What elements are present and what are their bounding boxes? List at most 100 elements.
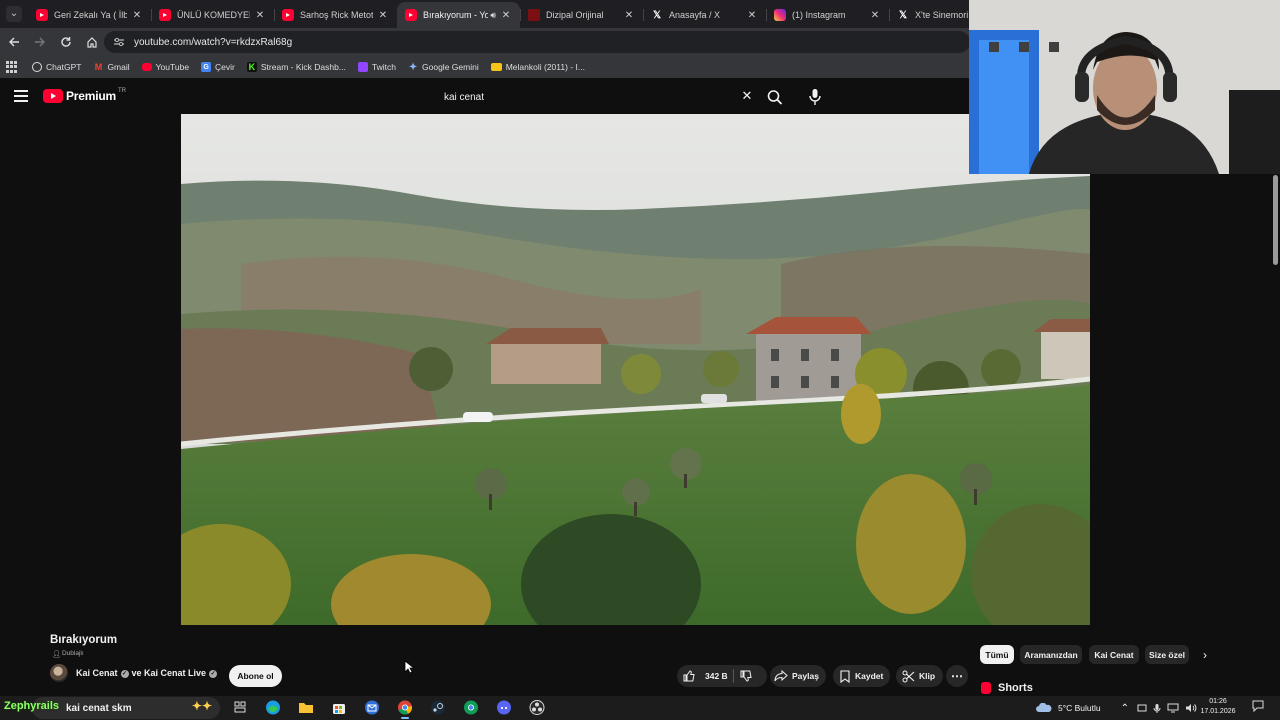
bookmark-imdb[interactable]: Melankoli (2011) - I... — [490, 62, 585, 72]
chrome-profile-icon[interactable] — [462, 699, 480, 716]
dizipal-icon — [528, 9, 540, 21]
edge-icon[interactable] — [264, 699, 282, 716]
channel-name-2[interactable]: Kai Cenat Live — [144, 668, 206, 678]
clock-time: 01:26 — [1209, 698, 1227, 705]
shorts-section-header: Shorts — [981, 682, 1033, 694]
chevron-down-icon: ⌄ — [6, 6, 22, 22]
bookmark-twitch[interactable]: Twitch — [357, 62, 396, 72]
search-icon[interactable] — [766, 86, 784, 108]
video-player[interactable] — [181, 114, 1090, 625]
bookmark-gemini[interactable]: ✦ Google Gemini — [408, 62, 479, 73]
avatar[interactable] — [50, 664, 68, 682]
discord-icon[interactable] — [495, 699, 513, 716]
browser-tab[interactable]: Dizipal Orijinal ✕ — [520, 2, 643, 28]
obs-icon[interactable] — [528, 699, 546, 716]
back-button[interactable] — [2, 30, 26, 54]
bookmark-icon — [840, 669, 850, 683]
close-icon[interactable]: ✕ — [377, 10, 389, 21]
save-button[interactable]: Kaydet — [833, 665, 890, 687]
system-tray: 5°C Bulutlu ⌃ — [1036, 696, 1197, 720]
bookmark-chatgpt[interactable]: ChatGPT — [32, 62, 81, 72]
youtube-premium-logo[interactable]: Premium TR — [43, 88, 126, 103]
thumbs-up-icon[interactable] — [683, 670, 695, 682]
more-actions-button[interactable]: ⋯ — [946, 665, 968, 687]
channel-owner[interactable]: Kai Cenat ✓ ve Kai Cenat Live ✓ — [50, 664, 220, 682]
home-button[interactable] — [80, 30, 104, 54]
forward-button[interactable] — [28, 30, 52, 54]
bookmark-kick[interactable]: K Stream - Kick Dashb... — [246, 62, 346, 72]
reload-icon — [61, 37, 71, 47]
bookmark-gmail[interactable]: M Gmail — [93, 62, 130, 72]
menu-icon[interactable] — [14, 90, 28, 102]
store-icon[interactable] — [330, 699, 348, 716]
subscribe-button[interactable]: Abone ol — [229, 665, 282, 687]
arrow-left-icon — [9, 37, 19, 47]
home-icon — [87, 37, 97, 48]
chevron-right-icon[interactable]: › — [1196, 645, 1214, 664]
screen-capture-icon[interactable] — [1137, 703, 1147, 713]
reload-button[interactable] — [54, 30, 78, 54]
browser-tab[interactable]: Geri Zekalı Ya ( İlber O✕ — [28, 2, 151, 28]
chevron-up-icon[interactable]: ⌃ — [1121, 703, 1129, 714]
close-icon[interactable]: ✕ — [500, 10, 512, 21]
speaker-icon[interactable]: 🔊︎ — [490, 10, 496, 21]
dubbed-badge: 👤︎ Dublajlı — [52, 650, 84, 658]
page-scrollbar[interactable] — [1270, 175, 1280, 695]
notification-icon[interactable] — [1252, 700, 1264, 712]
weather-text[interactable]: 5°C Bulutlu — [1058, 703, 1101, 713]
channel-name[interactable]: Kai Cenat — [76, 668, 118, 678]
imdb-icon — [490, 63, 502, 71]
volume-icon[interactable] — [1185, 703, 1197, 713]
chip-kai-cenat[interactable]: Kai Cenat — [1089, 645, 1139, 664]
browser-tab-active[interactable]: Bırakıyorum - You 🔊︎ ✕ — [397, 2, 520, 28]
browser-tab[interactable]: Sarhoş Rick Metot Oy✕ — [274, 2, 397, 28]
scissors-icon — [902, 670, 915, 682]
close-icon[interactable]: ✕ — [746, 10, 758, 21]
clip-button[interactable]: Klip — [896, 665, 943, 687]
youtube-icon — [159, 9, 171, 21]
thumbs-down-icon[interactable] — [740, 668, 752, 684]
close-icon[interactable]: ✕ — [623, 10, 635, 21]
close-icon[interactable]: ✕ — [254, 10, 266, 21]
kick-icon: K — [246, 62, 257, 72]
tab-search-button[interactable]: ⌄ — [0, 0, 28, 28]
chrome-icon[interactable] — [396, 699, 414, 719]
taskbar-clock[interactable]: 01:26 17.01.2026 — [1198, 697, 1238, 717]
close-icon[interactable]: ✕ — [131, 10, 143, 21]
mail-icon[interactable] — [363, 699, 381, 716]
browser-tab[interactable]: ÜNLÜ KOMEDYENLER✕ — [151, 2, 274, 28]
network-icon[interactable] — [1167, 703, 1179, 713]
clear-search-icon[interactable]: ✕ — [739, 88, 755, 106]
verified-icon: ✓ — [120, 669, 129, 678]
like-count[interactable]: 342 B — [705, 671, 728, 681]
browser-tab[interactable]: 𝕏 Anasayfa / X ✕ — [643, 2, 766, 28]
like-divider — [733, 669, 734, 683]
chip-from-search[interactable]: Aramanızdan — [1020, 645, 1082, 664]
browser-tab[interactable]: (1) Instagram ✕ — [766, 2, 889, 28]
stream-overlay-name: Zephyrails — [4, 700, 60, 712]
bookmark-youtube[interactable]: YouTube — [141, 62, 189, 72]
close-icon[interactable]: ✕ — [869, 10, 881, 21]
person-icon: 👤︎ — [52, 651, 61, 658]
cloud-icon — [1036, 703, 1052, 712]
x-icon: 𝕏 — [898, 9, 908, 21]
address-bar[interactable]: youtube.com/watch?v=rkdzxRal68g — [104, 31, 970, 53]
microphone-tray-icon[interactable] — [1153, 703, 1161, 714]
twitch-icon — [357, 62, 368, 72]
chip-all[interactable]: Tümü — [980, 645, 1014, 664]
file-explorer-icon[interactable] — [297, 699, 315, 716]
task-view-icon[interactable] — [231, 699, 249, 716]
bookmark-translate[interactable]: G Çevir — [201, 62, 235, 72]
steam-icon[interactable] — [429, 699, 447, 716]
search-input[interactable] — [434, 84, 734, 110]
scrollbar-thumb[interactable] — [1273, 175, 1278, 265]
microphone-icon[interactable] — [806, 87, 824, 107]
youtube-icon — [36, 9, 48, 21]
like-dislike-group: 342 B — [677, 665, 767, 687]
mouse-cursor-icon — [404, 660, 414, 674]
site-info-icon[interactable] — [112, 35, 126, 49]
taskbar-search[interactable]: kai cenat skm ✦✦ — [32, 697, 220, 719]
chip-for-you[interactable]: Size özel — [1145, 645, 1189, 664]
share-button[interactable]: Paylaş — [770, 665, 826, 687]
apps-grid-icon[interactable] — [6, 61, 18, 73]
